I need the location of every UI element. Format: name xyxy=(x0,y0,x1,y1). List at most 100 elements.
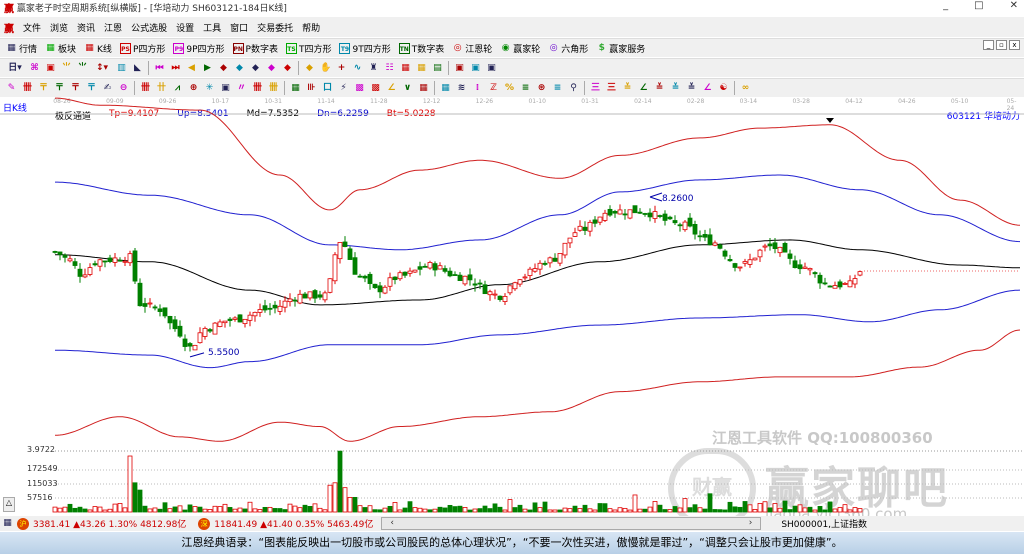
candle-body xyxy=(202,327,208,337)
volume-bar xyxy=(607,508,613,513)
panel-toggle-button[interactable]: △ xyxy=(3,497,15,512)
volume-bar xyxy=(87,509,93,513)
candle-body xyxy=(677,224,683,227)
volume-bar xyxy=(392,502,398,513)
candle-body xyxy=(62,254,68,258)
volume-bar xyxy=(737,506,743,513)
volume-bar xyxy=(642,508,648,513)
volume-bar xyxy=(137,489,143,513)
volume-bar xyxy=(832,508,838,513)
volume-bar xyxy=(822,509,828,513)
volume-bar xyxy=(572,505,578,513)
sz-index-quote[interactable]: 11841.49 ▲41.40 0.35% 5463.49亿 xyxy=(214,517,373,530)
volume-bar xyxy=(627,509,633,513)
volume-bar xyxy=(522,508,528,513)
sh-index-icon: 沪 xyxy=(17,517,29,530)
sh-index-quote[interactable]: 3381.41 ▲43.26 1.30% 4812.98亿 xyxy=(33,517,186,530)
kline-chart[interactable]: 8.2600 5.5500 xyxy=(0,0,1024,516)
volume-bar xyxy=(762,501,768,513)
candle-body xyxy=(92,263,98,266)
volume-bar xyxy=(752,509,758,513)
candle-body xyxy=(697,235,703,238)
volume-bar xyxy=(462,507,468,513)
volume-bar xyxy=(277,508,283,513)
volume-bar xyxy=(72,507,78,513)
volume-bar xyxy=(437,506,443,513)
horizontal-scrollbar[interactable]: ‹ › xyxy=(381,517,762,530)
candle-body xyxy=(197,332,203,344)
candle-body xyxy=(387,277,393,287)
volume-bar xyxy=(142,505,148,513)
volume-bar xyxy=(837,507,843,513)
candle-body xyxy=(772,242,778,250)
volume-bar xyxy=(557,509,563,513)
candle-body xyxy=(207,329,213,332)
candle-body xyxy=(507,285,513,294)
candle-body xyxy=(577,225,583,231)
volume-bar xyxy=(197,506,203,513)
volume-bar xyxy=(412,507,418,513)
volume-bar xyxy=(447,504,453,513)
candle-body xyxy=(452,274,458,276)
scroll-left-button[interactable]: ‹ xyxy=(390,518,394,529)
volume-bar xyxy=(582,504,588,513)
volume-bar xyxy=(52,506,58,513)
candle-body xyxy=(712,242,718,246)
candle-body xyxy=(442,268,448,272)
volume-bar xyxy=(272,508,278,513)
candle-body xyxy=(342,241,348,247)
up-line xyxy=(55,174,1021,251)
index-selector[interactable]: SH000001,上证指数 xyxy=(781,517,867,530)
volume-bar xyxy=(612,509,618,513)
candle-body xyxy=(147,302,153,305)
candle-body xyxy=(567,237,573,244)
volume-bar xyxy=(782,500,788,513)
volume-bar xyxy=(232,508,238,513)
candle-body xyxy=(807,268,813,271)
sz-index-icon: 深 xyxy=(198,517,211,530)
candle-body xyxy=(57,251,63,255)
candle-body xyxy=(797,264,803,270)
volume-bar xyxy=(317,507,323,513)
candle-body xyxy=(832,285,838,289)
volume-bar xyxy=(177,505,183,513)
scroll-right-button[interactable]: › xyxy=(749,518,753,529)
candle-body xyxy=(747,259,753,265)
volume-bar xyxy=(432,508,438,513)
candle-body xyxy=(557,253,563,264)
volume-bar xyxy=(672,506,678,513)
low-price-label: 5.5500 xyxy=(208,348,240,358)
candle-body xyxy=(352,257,358,275)
volume-bar xyxy=(777,507,783,513)
volume-bar xyxy=(772,503,778,513)
candle-body xyxy=(707,234,713,246)
volume-bar xyxy=(147,508,153,513)
candle-body xyxy=(267,307,273,310)
volume-bar xyxy=(622,507,628,513)
volume-bar xyxy=(487,508,493,513)
high-price-label: 8.2600 xyxy=(662,194,694,204)
candle-body xyxy=(117,259,123,262)
volume-bar xyxy=(132,482,138,513)
volume-bar xyxy=(422,508,428,513)
candle-body xyxy=(52,251,58,253)
volume-bar xyxy=(512,507,518,513)
candle-body xyxy=(282,300,288,308)
candle-body xyxy=(232,317,238,320)
candle-body xyxy=(307,291,313,299)
candle-body xyxy=(177,325,183,337)
volume-bar xyxy=(192,506,198,513)
candle-body xyxy=(382,286,388,294)
volume-bar xyxy=(632,494,638,513)
volume-bar xyxy=(727,501,733,513)
volume-bar xyxy=(127,455,133,513)
volume-bar xyxy=(102,509,108,513)
volume-bar xyxy=(577,508,583,513)
volume-scale-top: 3.9722 xyxy=(27,445,55,454)
volume-bar xyxy=(292,505,298,513)
candle-body xyxy=(742,261,748,264)
volume-bar xyxy=(697,507,703,513)
candle-body xyxy=(777,246,783,254)
candle-body xyxy=(657,215,663,217)
calculator-icon[interactable]: ▦ xyxy=(2,518,13,529)
